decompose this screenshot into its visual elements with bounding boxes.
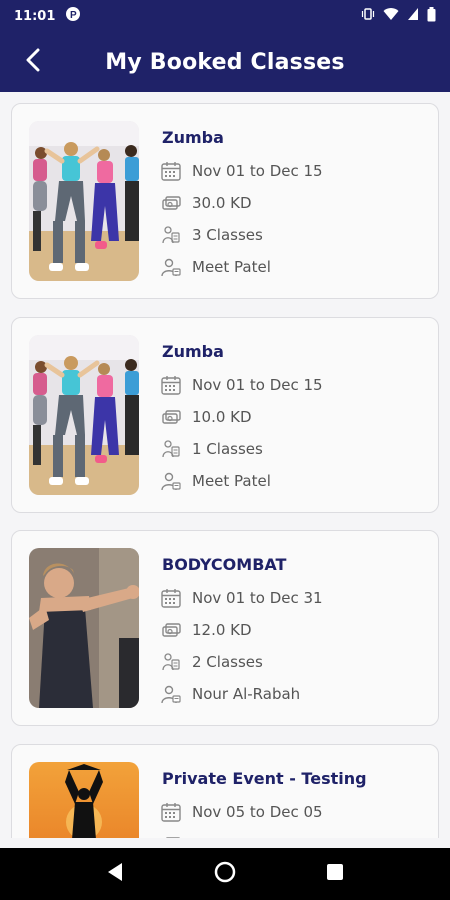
classes-icon: [160, 224, 182, 246]
class-dates: Nov 05 to Dec 05: [160, 801, 323, 823]
calendar-icon: [160, 160, 182, 182]
status-time: 11:01: [14, 8, 56, 24]
money-icon: [160, 192, 182, 214]
page-title: My Booked Classes: [105, 49, 345, 75]
zumba-group-image: [29, 335, 139, 495]
class-price: [160, 833, 192, 838]
nav-back-button[interactable]: [95, 854, 135, 894]
class-count: 2 Classes: [160, 651, 263, 673]
vibrate-icon: [361, 7, 375, 25]
back-arrow-icon: [24, 48, 42, 76]
money-icon: [160, 833, 182, 838]
battery-icon: [427, 6, 436, 26]
svg-text:P: P: [70, 10, 77, 21]
class-price: 10.0 KD: [160, 406, 252, 428]
nav-home-button[interactable]: [205, 854, 245, 894]
system-nav-bar: [0, 848, 450, 900]
money-icon: [160, 619, 182, 641]
class-instructor: Meet Patel: [160, 470, 271, 492]
class-card[interactable]: BODYCOMBAT Nov 01 to Dec 31 12.0 KD 2 Cl…: [11, 530, 439, 726]
yoga-sunset-image: [29, 762, 139, 838]
app-bar: My Booked Classes: [0, 32, 450, 92]
class-title: BODYCOMBAT: [162, 555, 287, 574]
class-card[interactable]: Private Event - Testing Nov 05 to Dec 05: [11, 744, 439, 838]
square-recents-icon: [326, 863, 344, 885]
class-dates: Nov 01 to Dec 15: [160, 374, 323, 396]
person-icon: [160, 256, 182, 278]
class-title: Private Event - Testing: [162, 769, 367, 788]
calendar-icon: [160, 801, 182, 823]
nav-recents-button[interactable]: [315, 854, 355, 894]
class-count: 1 Classes: [160, 438, 263, 460]
calendar-icon: [160, 587, 182, 609]
class-dates: Nov 01 to Dec 15: [160, 160, 323, 182]
class-price: 30.0 KD: [160, 192, 252, 214]
class-dates: Nov 01 to Dec 31: [160, 587, 323, 609]
person-icon: [160, 470, 182, 492]
person-icon: [160, 683, 182, 705]
wifi-icon: [383, 7, 399, 25]
class-title: Zumba: [162, 128, 224, 147]
classes-icon: [160, 438, 182, 460]
class-instructor: Nour Al-Rabah: [160, 683, 300, 705]
app-notification-icon: P: [65, 6, 81, 26]
class-title: Zumba: [162, 342, 224, 361]
circle-home-icon: [214, 861, 236, 887]
back-button[interactable]: [18, 46, 48, 78]
triangle-back-icon: [106, 862, 124, 886]
class-count: 3 Classes: [160, 224, 263, 246]
class-card[interactable]: Zumba Nov 01 to Dec 15 10.0 KD 1 Classes…: [11, 317, 439, 513]
class-price: 12.0 KD: [160, 619, 252, 641]
status-bar: 11:01 P: [0, 0, 450, 32]
boxing-woman-image: [29, 548, 139, 708]
money-icon: [160, 406, 182, 428]
calendar-icon: [160, 374, 182, 396]
class-card[interactable]: Zumba Nov 01 to Dec 15 30.0 KD 3 Classes…: [11, 103, 439, 299]
class-instructor: Meet Patel: [160, 256, 271, 278]
zumba-group-image: [29, 121, 139, 281]
class-list: Zumba Nov 01 to Dec 15 30.0 KD 3 Classes…: [0, 92, 450, 838]
signal-icon: [407, 7, 419, 25]
classes-icon: [160, 651, 182, 673]
